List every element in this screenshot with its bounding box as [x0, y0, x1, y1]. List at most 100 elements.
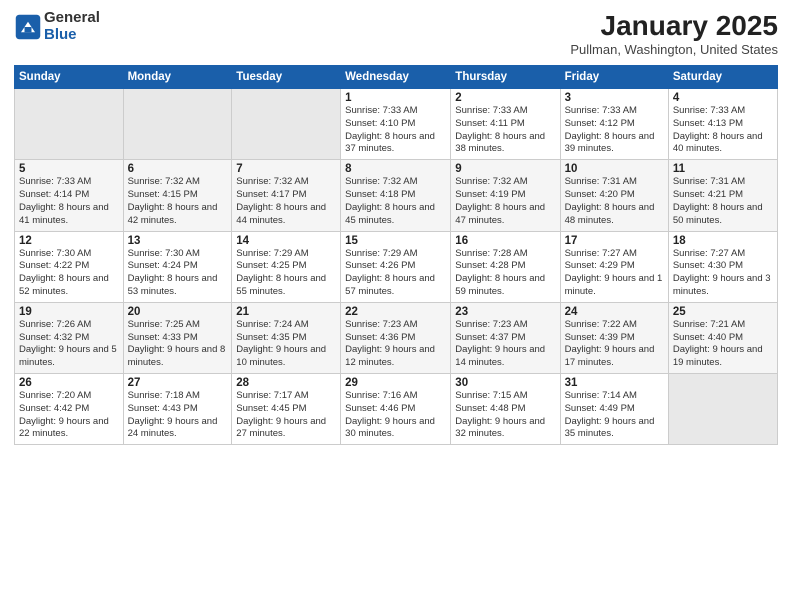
day-number: 21 [236, 306, 336, 318]
col-wednesday: Wednesday [341, 66, 451, 89]
table-cell: 6Sunrise: 7:32 AM Sunset: 4:15 PM Daylig… [123, 160, 232, 231]
day-info: Sunrise: 7:32 AM Sunset: 4:19 PM Dayligh… [455, 176, 555, 227]
day-info: Sunrise: 7:15 AM Sunset: 4:48 PM Dayligh… [455, 390, 555, 441]
day-info: Sunrise: 7:32 AM Sunset: 4:18 PM Dayligh… [345, 176, 446, 227]
day-info: Sunrise: 7:28 AM Sunset: 4:28 PM Dayligh… [455, 248, 555, 299]
logo-blue: Blue [44, 27, 100, 44]
logo-text: General Blue [44, 10, 100, 43]
table-cell: 12Sunrise: 7:30 AM Sunset: 4:22 PM Dayli… [15, 231, 124, 302]
table-cell: 17Sunrise: 7:27 AM Sunset: 4:29 PM Dayli… [560, 231, 668, 302]
col-tuesday: Tuesday [232, 66, 341, 89]
day-number: 17 [565, 235, 664, 247]
table-cell: 29Sunrise: 7:16 AM Sunset: 4:46 PM Dayli… [341, 374, 451, 445]
table-cell: 9Sunrise: 7:32 AM Sunset: 4:19 PM Daylig… [451, 160, 560, 231]
header: General Blue January 2025 Pullman, Washi… [14, 10, 778, 57]
day-info: Sunrise: 7:33 AM Sunset: 4:14 PM Dayligh… [19, 176, 119, 227]
table-cell [232, 89, 341, 160]
calendar-week-row: 26Sunrise: 7:20 AM Sunset: 4:42 PM Dayli… [15, 374, 778, 445]
calendar-header-row: Sunday Monday Tuesday Wednesday Thursday… [15, 66, 778, 89]
day-number: 9 [455, 163, 555, 175]
day-info: Sunrise: 7:30 AM Sunset: 4:24 PM Dayligh… [128, 248, 228, 299]
day-number: 13 [128, 235, 228, 247]
day-info: Sunrise: 7:20 AM Sunset: 4:42 PM Dayligh… [19, 390, 119, 441]
day-info: Sunrise: 7:27 AM Sunset: 4:30 PM Dayligh… [673, 248, 773, 299]
day-number: 31 [565, 377, 664, 389]
col-monday: Monday [123, 66, 232, 89]
day-number: 3 [565, 92, 664, 104]
table-cell: 30Sunrise: 7:15 AM Sunset: 4:48 PM Dayli… [451, 374, 560, 445]
col-thursday: Thursday [451, 66, 560, 89]
col-saturday: Saturday [668, 66, 777, 89]
table-cell: 16Sunrise: 7:28 AM Sunset: 4:28 PM Dayli… [451, 231, 560, 302]
title-block: January 2025 Pullman, Washington, United… [570, 10, 778, 57]
day-info: Sunrise: 7:32 AM Sunset: 4:17 PM Dayligh… [236, 176, 336, 227]
day-info: Sunrise: 7:25 AM Sunset: 4:33 PM Dayligh… [128, 319, 228, 370]
day-info: Sunrise: 7:14 AM Sunset: 4:49 PM Dayligh… [565, 390, 664, 441]
day-info: Sunrise: 7:29 AM Sunset: 4:26 PM Dayligh… [345, 248, 446, 299]
col-sunday: Sunday [15, 66, 124, 89]
table-cell: 27Sunrise: 7:18 AM Sunset: 4:43 PM Dayli… [123, 374, 232, 445]
logo-icon [14, 13, 42, 41]
day-number: 29 [345, 377, 446, 389]
month-title: January 2025 [570, 10, 778, 42]
day-number: 4 [673, 92, 773, 104]
table-cell: 15Sunrise: 7:29 AM Sunset: 4:26 PM Dayli… [341, 231, 451, 302]
day-info: Sunrise: 7:31 AM Sunset: 4:20 PM Dayligh… [565, 176, 664, 227]
day-number: 1 [345, 92, 446, 104]
table-cell: 21Sunrise: 7:24 AM Sunset: 4:35 PM Dayli… [232, 302, 341, 373]
calendar-week-row: 19Sunrise: 7:26 AM Sunset: 4:32 PM Dayli… [15, 302, 778, 373]
day-info: Sunrise: 7:21 AM Sunset: 4:40 PM Dayligh… [673, 319, 773, 370]
day-number: 10 [565, 163, 664, 175]
table-cell: 24Sunrise: 7:22 AM Sunset: 4:39 PM Dayli… [560, 302, 668, 373]
table-cell: 13Sunrise: 7:30 AM Sunset: 4:24 PM Dayli… [123, 231, 232, 302]
day-info: Sunrise: 7:23 AM Sunset: 4:37 PM Dayligh… [455, 319, 555, 370]
day-info: Sunrise: 7:17 AM Sunset: 4:45 PM Dayligh… [236, 390, 336, 441]
table-cell: 22Sunrise: 7:23 AM Sunset: 4:36 PM Dayli… [341, 302, 451, 373]
day-number: 23 [455, 306, 555, 318]
day-number: 11 [673, 163, 773, 175]
day-number: 27 [128, 377, 228, 389]
table-cell: 28Sunrise: 7:17 AM Sunset: 4:45 PM Dayli… [232, 374, 341, 445]
day-info: Sunrise: 7:18 AM Sunset: 4:43 PM Dayligh… [128, 390, 228, 441]
day-number: 19 [19, 306, 119, 318]
day-number: 22 [345, 306, 446, 318]
table-cell: 4Sunrise: 7:33 AM Sunset: 4:13 PM Daylig… [668, 89, 777, 160]
day-info: Sunrise: 7:33 AM Sunset: 4:11 PM Dayligh… [455, 105, 555, 156]
day-number: 30 [455, 377, 555, 389]
table-cell: 5Sunrise: 7:33 AM Sunset: 4:14 PM Daylig… [15, 160, 124, 231]
day-number: 14 [236, 235, 336, 247]
table-cell [668, 374, 777, 445]
col-friday: Friday [560, 66, 668, 89]
calendar-week-row: 5Sunrise: 7:33 AM Sunset: 4:14 PM Daylig… [15, 160, 778, 231]
calendar: Sunday Monday Tuesday Wednesday Thursday… [14, 65, 778, 445]
day-number: 15 [345, 235, 446, 247]
day-info: Sunrise: 7:32 AM Sunset: 4:15 PM Dayligh… [128, 176, 228, 227]
table-cell: 11Sunrise: 7:31 AM Sunset: 4:21 PM Dayli… [668, 160, 777, 231]
day-number: 25 [673, 306, 773, 318]
table-cell: 18Sunrise: 7:27 AM Sunset: 4:30 PM Dayli… [668, 231, 777, 302]
day-info: Sunrise: 7:27 AM Sunset: 4:29 PM Dayligh… [565, 248, 664, 299]
day-number: 5 [19, 163, 119, 175]
logo: General Blue [14, 10, 100, 43]
day-info: Sunrise: 7:22 AM Sunset: 4:39 PM Dayligh… [565, 319, 664, 370]
page: General Blue January 2025 Pullman, Washi… [0, 0, 792, 612]
table-cell: 26Sunrise: 7:20 AM Sunset: 4:42 PM Dayli… [15, 374, 124, 445]
day-number: 6 [128, 163, 228, 175]
table-cell: 14Sunrise: 7:29 AM Sunset: 4:25 PM Dayli… [232, 231, 341, 302]
table-cell: 25Sunrise: 7:21 AM Sunset: 4:40 PM Dayli… [668, 302, 777, 373]
day-number: 26 [19, 377, 119, 389]
day-number: 7 [236, 163, 336, 175]
day-info: Sunrise: 7:23 AM Sunset: 4:36 PM Dayligh… [345, 319, 446, 370]
table-cell: 10Sunrise: 7:31 AM Sunset: 4:20 PM Dayli… [560, 160, 668, 231]
day-number: 16 [455, 235, 555, 247]
day-number: 12 [19, 235, 119, 247]
day-info: Sunrise: 7:33 AM Sunset: 4:12 PM Dayligh… [565, 105, 664, 156]
table-cell [15, 89, 124, 160]
table-cell: 31Sunrise: 7:14 AM Sunset: 4:49 PM Dayli… [560, 374, 668, 445]
day-info: Sunrise: 7:16 AM Sunset: 4:46 PM Dayligh… [345, 390, 446, 441]
table-cell: 8Sunrise: 7:32 AM Sunset: 4:18 PM Daylig… [341, 160, 451, 231]
day-info: Sunrise: 7:26 AM Sunset: 4:32 PM Dayligh… [19, 319, 119, 370]
day-info: Sunrise: 7:31 AM Sunset: 4:21 PM Dayligh… [673, 176, 773, 227]
calendar-week-row: 12Sunrise: 7:30 AM Sunset: 4:22 PM Dayli… [15, 231, 778, 302]
table-cell: 7Sunrise: 7:32 AM Sunset: 4:17 PM Daylig… [232, 160, 341, 231]
